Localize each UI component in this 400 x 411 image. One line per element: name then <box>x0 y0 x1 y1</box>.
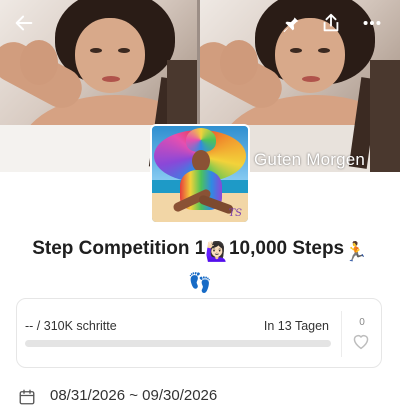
progress-card[interactable]: -- / 310K schritte In 13 Tagen 0 <box>16 298 382 368</box>
progress-bar <box>25 340 331 347</box>
raising-hand-emoji: 🙋🏻‍♀️ <box>205 242 229 263</box>
title-part-1: Step Competition 1 <box>32 238 206 259</box>
competition-title: Step Competition 1🙋🏻‍♀️10,000 Steps🏃 👣 <box>16 235 384 297</box>
footprints-emoji: 👣 <box>188 273 212 294</box>
heart-icon[interactable] <box>351 332 371 355</box>
days-remaining-text: In 13 Tagen <box>263 319 329 333</box>
cover-overlay-text: Guten Morgen <box>254 150 366 169</box>
divider <box>341 311 342 357</box>
runner-emoji: 🏃 <box>344 242 368 263</box>
competition-avatar: TS <box>150 124 250 224</box>
date-range-text: 08/31/2026 ~ 09/30/2026 <box>50 387 218 404</box>
arrow-left-icon[interactable] <box>9 8 39 38</box>
share-icon[interactable] <box>316 8 346 38</box>
avatar-signature: TS <box>228 208 242 219</box>
likes-count: 0 <box>359 317 365 328</box>
pin-icon[interactable] <box>275 8 305 38</box>
more-dots-icon[interactable] <box>357 8 387 38</box>
steps-progress-text: -- / 310K schritte <box>25 319 117 333</box>
title-part-2: 10,000 Steps <box>228 238 345 259</box>
